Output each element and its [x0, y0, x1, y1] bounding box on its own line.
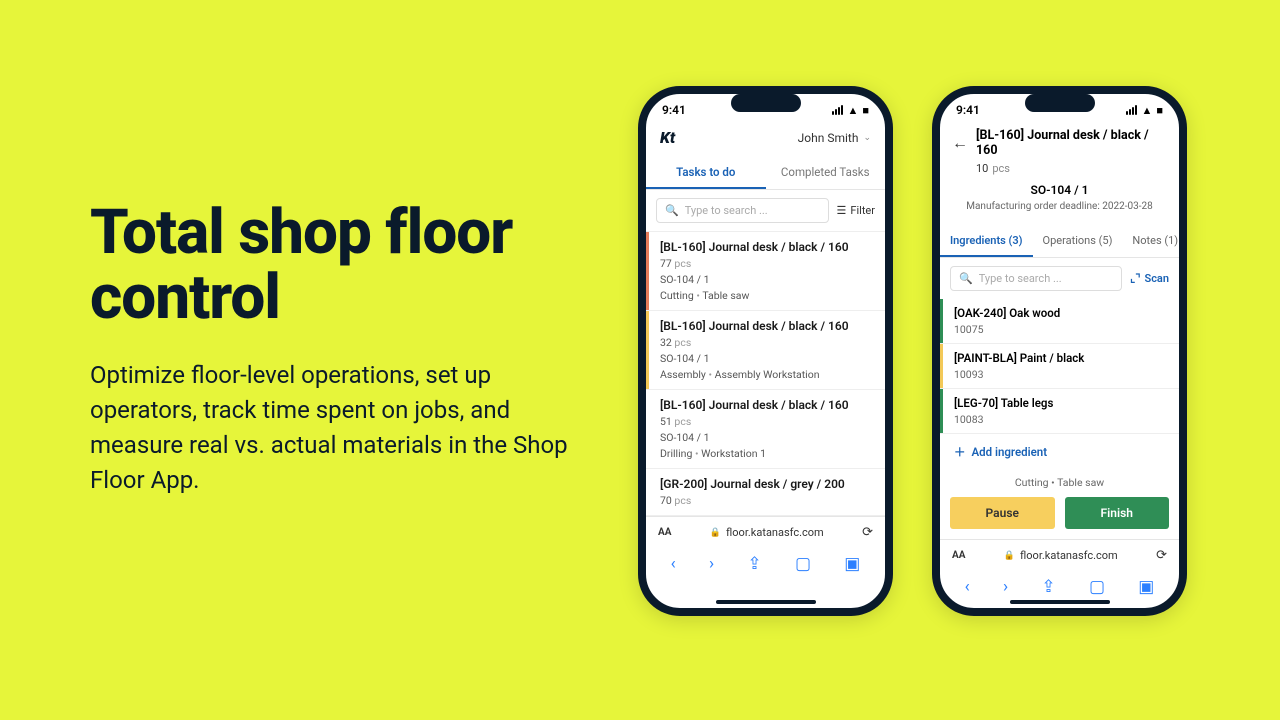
share-icon[interactable]: ⇪: [747, 554, 761, 574]
back-icon[interactable]: ‹: [671, 554, 676, 574]
clock: 9:41: [956, 103, 980, 117]
status-icons: ▲ ■: [1126, 104, 1163, 117]
battery-icon: ■: [862, 104, 869, 117]
tab-ingredients[interactable]: Ingredients (3): [940, 226, 1033, 257]
reload-icon[interactable]: ⟳: [1156, 548, 1167, 563]
lock-icon: 🔒: [1004, 551, 1015, 561]
ingredient-list: [OAK-240] Oak wood 10075 [PAINT-BLA] Pai…: [940, 299, 1179, 434]
pause-button[interactable]: Pause: [950, 497, 1055, 529]
status-bar-color: [646, 469, 649, 515]
so-number: SO-104 / 1: [952, 183, 1167, 197]
notch: [731, 94, 801, 112]
notch: [1025, 94, 1095, 112]
detail-title: [BL-160] Journal desk / black / 160: [976, 128, 1167, 158]
add-ingredient-button[interactable]: ＋ Add ingredient: [940, 434, 1179, 470]
current-operation: Cutting • Table saw: [940, 470, 1179, 493]
ingredient-row[interactable]: [LEG-70] Table legs 10083: [940, 389, 1179, 434]
lock-icon: 🔒: [710, 528, 721, 538]
detail-tabs: Ingredients (3) Operations (5) Notes (1): [940, 226, 1179, 258]
status-bar-color: [646, 390, 649, 468]
phone-tasklist: 9:41 ▲ ■ Kt John Smith ⌄ Tasks to do Com…: [638, 86, 893, 616]
reload-icon[interactable]: ⟳: [862, 525, 873, 540]
status-icons: ▲ ■: [832, 104, 869, 117]
tabs-icon[interactable]: ▣: [1138, 577, 1154, 597]
scan-button[interactable]: ⌞⌝ Scan: [1130, 272, 1169, 285]
share-icon[interactable]: ⇪: [1041, 577, 1055, 597]
tabs-icon[interactable]: ▣: [844, 554, 860, 574]
url-text: floor.katanasfc.com: [726, 526, 824, 539]
ingredient-row[interactable]: [PAINT-BLA] Paint / black 10093: [940, 344, 1179, 389]
text-size-button[interactable]: AA: [952, 550, 965, 561]
search-placeholder: Type to search ...: [979, 272, 1062, 285]
bookmarks-icon[interactable]: ▢: [795, 554, 811, 574]
task-row[interactable]: [GR-200] Journal desk / grey / 200 70 pc…: [646, 469, 885, 516]
task-row[interactable]: [BL-160] Journal desk / black / 160 77 p…: [646, 232, 885, 311]
browser-urlbar[interactable]: AA 🔒 floor.katanasfc.com ⟳: [940, 539, 1179, 571]
filter-button[interactable]: ☰ Filter: [837, 204, 875, 217]
cellular-icon: [832, 105, 843, 115]
task-row[interactable]: [BL-160] Journal desk / black / 160 51 p…: [646, 390, 885, 469]
forward-icon[interactable]: ›: [709, 554, 714, 574]
hero-title: Total shop floor control: [90, 200, 590, 330]
text-size-button[interactable]: AA: [658, 527, 671, 538]
user-name: John Smith: [798, 131, 859, 145]
task-row[interactable]: [BL-160] Journal desk / black / 160 32 p…: [646, 311, 885, 390]
status-bar-color: [646, 311, 649, 389]
app-logo: Kt: [660, 128, 675, 147]
status-bar: 9:41 ▲ ■: [646, 94, 885, 122]
browser-toolbar: ‹ › ⇪ ▢ ▣: [646, 548, 885, 578]
phone-detail: 9:41 ▲ ■ ← [BL-160] Journal desk / black…: [932, 86, 1187, 616]
task-tabs: Tasks to do Completed Tasks: [646, 157, 885, 190]
forward-icon[interactable]: ›: [1003, 577, 1008, 597]
cellular-icon: [1126, 105, 1137, 115]
browser-toolbar: ‹ › ⇪ ▢ ▣: [940, 571, 1179, 601]
search-input[interactable]: 🔍 Type to search ...: [656, 198, 829, 223]
status-bar-color: [646, 232, 649, 310]
tab-tasks-todo[interactable]: Tasks to do: [646, 157, 766, 189]
search-icon: 🔍: [959, 272, 973, 285]
user-menu[interactable]: John Smith ⌄: [798, 131, 871, 145]
wifi-icon: ▲: [1141, 104, 1152, 117]
search-placeholder: Type to search ...: [685, 204, 768, 217]
finish-button[interactable]: Finish: [1065, 497, 1170, 529]
filter-icon: ☰: [837, 204, 847, 217]
back-icon[interactable]: ‹: [965, 577, 970, 597]
clock: 9:41: [662, 103, 686, 117]
search-icon: 🔍: [665, 204, 679, 217]
url-text: floor.katanasfc.com: [1020, 549, 1118, 562]
search-input[interactable]: 🔍 Type to search ...: [950, 266, 1122, 291]
task-list: [BL-160] Journal desk / black / 160 77 p…: [646, 231, 885, 516]
home-indicator: [1010, 600, 1110, 604]
ingredient-row[interactable]: [OAK-240] Oak wood 10075: [940, 299, 1179, 344]
home-indicator: [716, 600, 816, 604]
tab-operations[interactable]: Operations (5): [1033, 226, 1123, 257]
deadline: Manufacturing order deadline: 2022-03-28: [952, 201, 1167, 212]
browser-urlbar[interactable]: AA 🔒 floor.katanasfc.com ⟳: [646, 516, 885, 548]
hero-body: Optimize floor-level operations, set up …: [90, 358, 590, 497]
tab-completed[interactable]: Completed Tasks: [766, 157, 886, 189]
back-arrow-icon[interactable]: ←: [952, 133, 968, 153]
battery-icon: ■: [1156, 104, 1163, 117]
tab-notes[interactable]: Notes (1): [1122, 226, 1187, 257]
chevron-down-icon: ⌄: [863, 133, 871, 143]
status-bar: 9:41 ▲ ■: [940, 94, 1179, 122]
plus-icon: ＋: [954, 444, 966, 460]
wifi-icon: ▲: [847, 104, 858, 117]
scan-icon: ⌞⌝: [1130, 272, 1140, 285]
bookmarks-icon[interactable]: ▢: [1089, 577, 1105, 597]
